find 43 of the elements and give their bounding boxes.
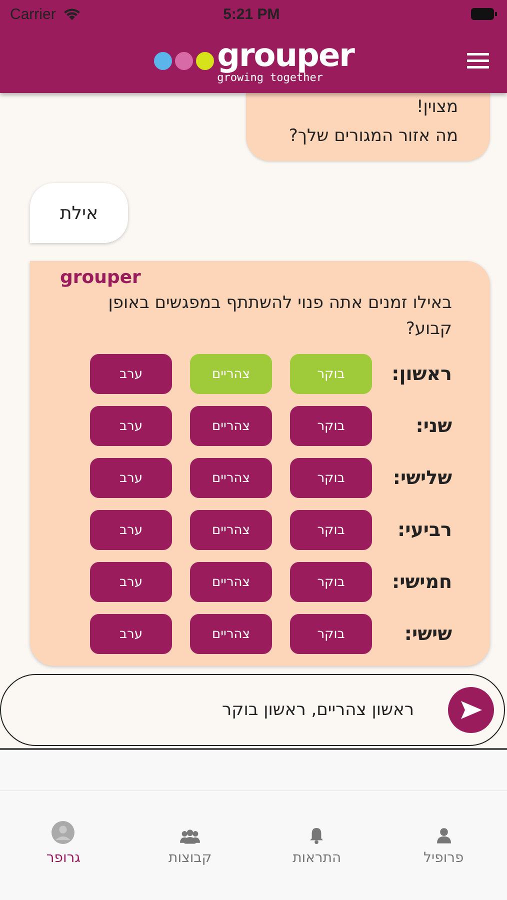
message-text: באילו זמנים אתה פנוי להשתתף במפגשים באופן קבוע? [107, 292, 452, 341]
day-label: שישי: [403, 623, 452, 645]
time-option-button[interactable]: צהריים [190, 458, 272, 498]
time-option-button[interactable]: צהריים [190, 562, 272, 602]
time-option-button[interactable]: בוקר [290, 510, 372, 550]
time-option-button[interactable]: בוקר [290, 614, 372, 654]
message-text: מצוין! [415, 96, 458, 119]
menu-icon[interactable] [467, 53, 489, 69]
day-label: ראשון: [390, 363, 452, 385]
message-input[interactable]: ראשון צהריים, ראשון בוקר [0, 674, 505, 746]
message-text: אילת [60, 202, 98, 224]
time-option-button[interactable]: ערב [90, 562, 172, 602]
time-option-button[interactable]: צהריים [190, 406, 272, 446]
day-label: רביעי: [396, 519, 452, 541]
wifi-icon [62, 7, 82, 21]
avatar-icon [51, 821, 76, 844]
day-label: שני: [414, 415, 452, 437]
status-time: 5:21 PM [222, 6, 281, 22]
time-option-button[interactable]: ערב [90, 406, 172, 446]
time-option-button[interactable]: בוקר [290, 458, 372, 498]
day-label: שלישי: [392, 467, 452, 489]
sender-logo: grouper [60, 267, 141, 288]
send-icon[interactable] [448, 687, 494, 733]
people-icon [180, 829, 200, 844]
tab-item[interactable]: קבוצות [126, 821, 254, 866]
time-option-button[interactable]: צהריים [190, 510, 272, 550]
carrier-label: Carrier [10, 6, 56, 22]
time-option-button[interactable]: ערב [90, 614, 172, 654]
time-option-button[interactable]: ערב [90, 354, 172, 394]
battery-icon [471, 8, 497, 20]
time-option-button[interactable]: צהריים [190, 614, 272, 654]
time-option-button[interactable]: ערב [90, 510, 172, 550]
time-option-button[interactable]: בוקר [290, 562, 372, 602]
time-option-button[interactable]: ערב [90, 458, 172, 498]
tab-item[interactable]: גרופר [0, 821, 127, 866]
bell-icon [309, 827, 324, 844]
app-logo: grouper growing together [153, 38, 354, 82]
message-text: מה אזור המגורים שלך? [288, 125, 458, 148]
day-label: חמישי: [391, 571, 452, 593]
tab-item[interactable]: התראות [254, 821, 380, 866]
person-icon [436, 827, 451, 844]
time-option-button[interactable]: בוקר [290, 406, 372, 446]
tab-item[interactable]: פרופיל [380, 821, 507, 866]
